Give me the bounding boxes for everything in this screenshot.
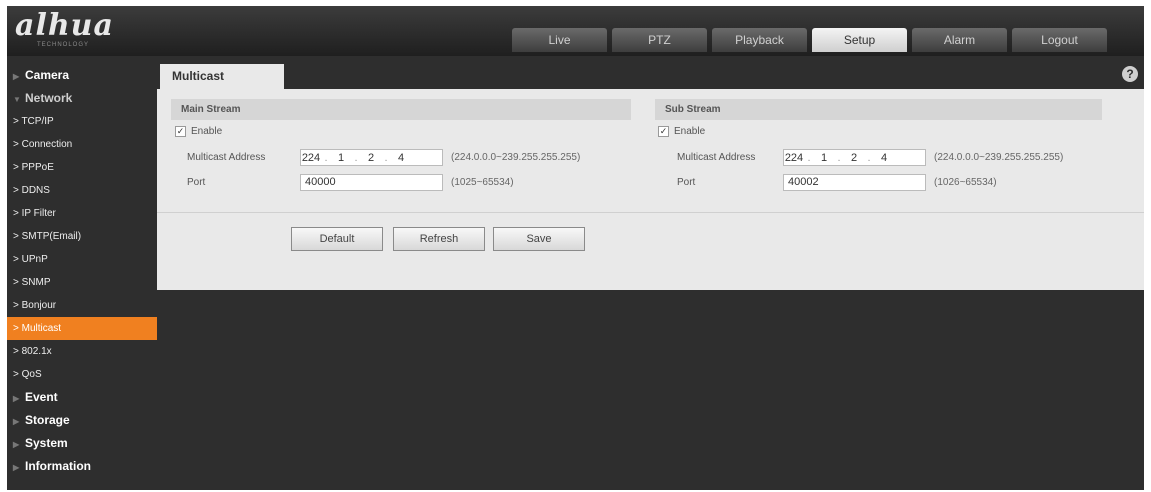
chevron-right-icon: ▶ — [13, 72, 20, 81]
nav-tab-playback[interactable]: Playback — [712, 28, 807, 52]
sidebar-item-storage[interactable]: ▶ Storage — [7, 409, 157, 432]
sidebar-item-label: Storage — [25, 413, 70, 427]
sidebar-item-pppoe[interactable]: > PPPoE — [7, 156, 157, 179]
main-stream-enable-checkbox[interactable]: ✓ — [175, 126, 186, 137]
ip-octet[interactable]: 4 — [874, 152, 894, 164]
tab-multicast[interactable]: Multicast — [160, 64, 284, 89]
sidebar-item-system[interactable]: ▶ System — [7, 432, 157, 455]
main-stream-enable[interactable]: ✓ Enable — [175, 126, 222, 137]
sidebar-item-event[interactable]: ▶ Event — [7, 386, 157, 409]
main-stream-port-label: Port — [187, 177, 206, 188]
main-stream-enable-label: Enable — [191, 126, 223, 138]
main-stream-address-label: Multicast Address — [187, 152, 266, 163]
help-icon[interactable]: ? — [1122, 66, 1138, 82]
section-divider — [157, 212, 1144, 213]
sidebar-item-network[interactable]: ▼ Network — [7, 87, 157, 110]
sidebar-item-qos[interactable]: > QoS — [7, 363, 157, 386]
nav-tab-logout[interactable]: Logout — [1012, 28, 1107, 52]
chevron-right-icon: ▶ — [13, 417, 20, 426]
sidebar-item-connection[interactable]: > Connection — [7, 133, 157, 156]
nav-tab-live[interactable]: Live — [512, 28, 607, 52]
main-stream-address-input[interactable]: 224. 1. 2. 4 — [300, 149, 443, 166]
ip-octet[interactable]: 224 — [784, 152, 804, 164]
main-stream-header: Main Stream — [171, 99, 631, 120]
chevron-right-icon: ▶ — [13, 394, 20, 403]
ip-octet[interactable]: 1 — [814, 152, 834, 164]
sidebar-item-label: Event — [25, 390, 58, 404]
sub-stream-header: Sub Stream — [655, 99, 1102, 120]
main-nav: Live PTZ Playback Setup Alarm Logout — [512, 28, 1112, 52]
default-button[interactable]: Default — [291, 227, 383, 251]
sidebar-item-label: Information — [25, 459, 91, 473]
sidebar-item-8021x[interactable]: > 802.1x — [7, 340, 157, 363]
ip-octet[interactable]: 4 — [391, 152, 411, 164]
sidebar-item-label: Camera — [25, 68, 70, 82]
sub-stream-port-range: (1026~65534) — [934, 177, 997, 188]
ip-octet[interactable]: 224 — [301, 152, 321, 164]
nav-tab-alarm[interactable]: Alarm — [912, 28, 1007, 52]
ip-octet[interactable]: 2 — [361, 152, 381, 164]
sidebar-item-camera[interactable]: ▶ Camera — [7, 64, 157, 87]
save-button[interactable]: Save — [493, 227, 585, 251]
sidebar-item-tcpip[interactable]: > TCP/IP — [7, 110, 157, 133]
sidebar: ▶ Camera ▼ Network > TCP/IP > Connection >… — [7, 64, 157, 478]
sub-stream-address-label: Multicast Address — [677, 152, 756, 163]
sidebar-item-information[interactable]: ▶ Information — [7, 455, 157, 478]
sub-stream-address-input[interactable]: 224. 1. 2. 4 — [783, 149, 926, 166]
sidebar-item-snmp[interactable]: > SNMP — [7, 271, 157, 294]
sub-stream-port-label: Port — [677, 177, 696, 188]
brand-logo: alhua — [15, 8, 114, 43]
sidebar-item-upnp[interactable]: > UPnP — [7, 248, 157, 271]
brand-tagline: TECHNOLOGY — [37, 42, 90, 48]
nav-tab-ptz[interactable]: PTZ — [612, 28, 707, 52]
tab-bar: Multicast ? — [157, 62, 1144, 89]
sub-stream-enable-label: Enable — [674, 126, 706, 138]
sidebar-item-label: System — [25, 436, 68, 450]
ip-octet[interactable]: 1 — [331, 152, 351, 164]
main-stream-port-input[interactable]: 40000 — [300, 174, 443, 191]
sub-stream-enable[interactable]: ✓ Enable — [658, 126, 705, 137]
main-stream-address-range: (224.0.0.0~239.255.255.255) — [451, 152, 581, 163]
app-window: alhua TECHNOLOGY Live PTZ Playback Setup… — [7, 6, 1144, 490]
ip-octet[interactable]: 2 — [844, 152, 864, 164]
chevron-right-icon: ▶ — [13, 463, 20, 472]
content-panel: Multicast ? Main Stream ✓ Enable Multicas… — [157, 62, 1144, 290]
sidebar-item-ddns[interactable]: > DDNS — [7, 179, 157, 202]
sidebar-item-smtp[interactable]: > SMTP(Email) — [7, 225, 157, 248]
sidebar-item-ip-filter[interactable]: > IP Filter — [7, 202, 157, 225]
main-stream-port-range: (1025~65534) — [451, 177, 514, 188]
top-header: alhua TECHNOLOGY Live PTZ Playback Setup… — [7, 6, 1144, 56]
nav-tab-setup[interactable]: Setup — [812, 28, 907, 52]
sub-stream-port-input[interactable]: 40002 — [783, 174, 926, 191]
sub-stream-enable-checkbox[interactable]: ✓ — [658, 126, 669, 137]
sub-stream-address-range: (224.0.0.0~239.255.255.255) — [934, 152, 1064, 163]
sidebar-item-bonjour[interactable]: > Bonjour — [7, 294, 157, 317]
chevron-down-icon: ▼ — [13, 95, 21, 104]
sidebar-item-multicast[interactable]: > Multicast — [7, 317, 157, 340]
sidebar-item-label: Network — [25, 91, 73, 105]
refresh-button[interactable]: Refresh — [393, 227, 485, 251]
chevron-right-icon: ▶ — [13, 440, 20, 449]
